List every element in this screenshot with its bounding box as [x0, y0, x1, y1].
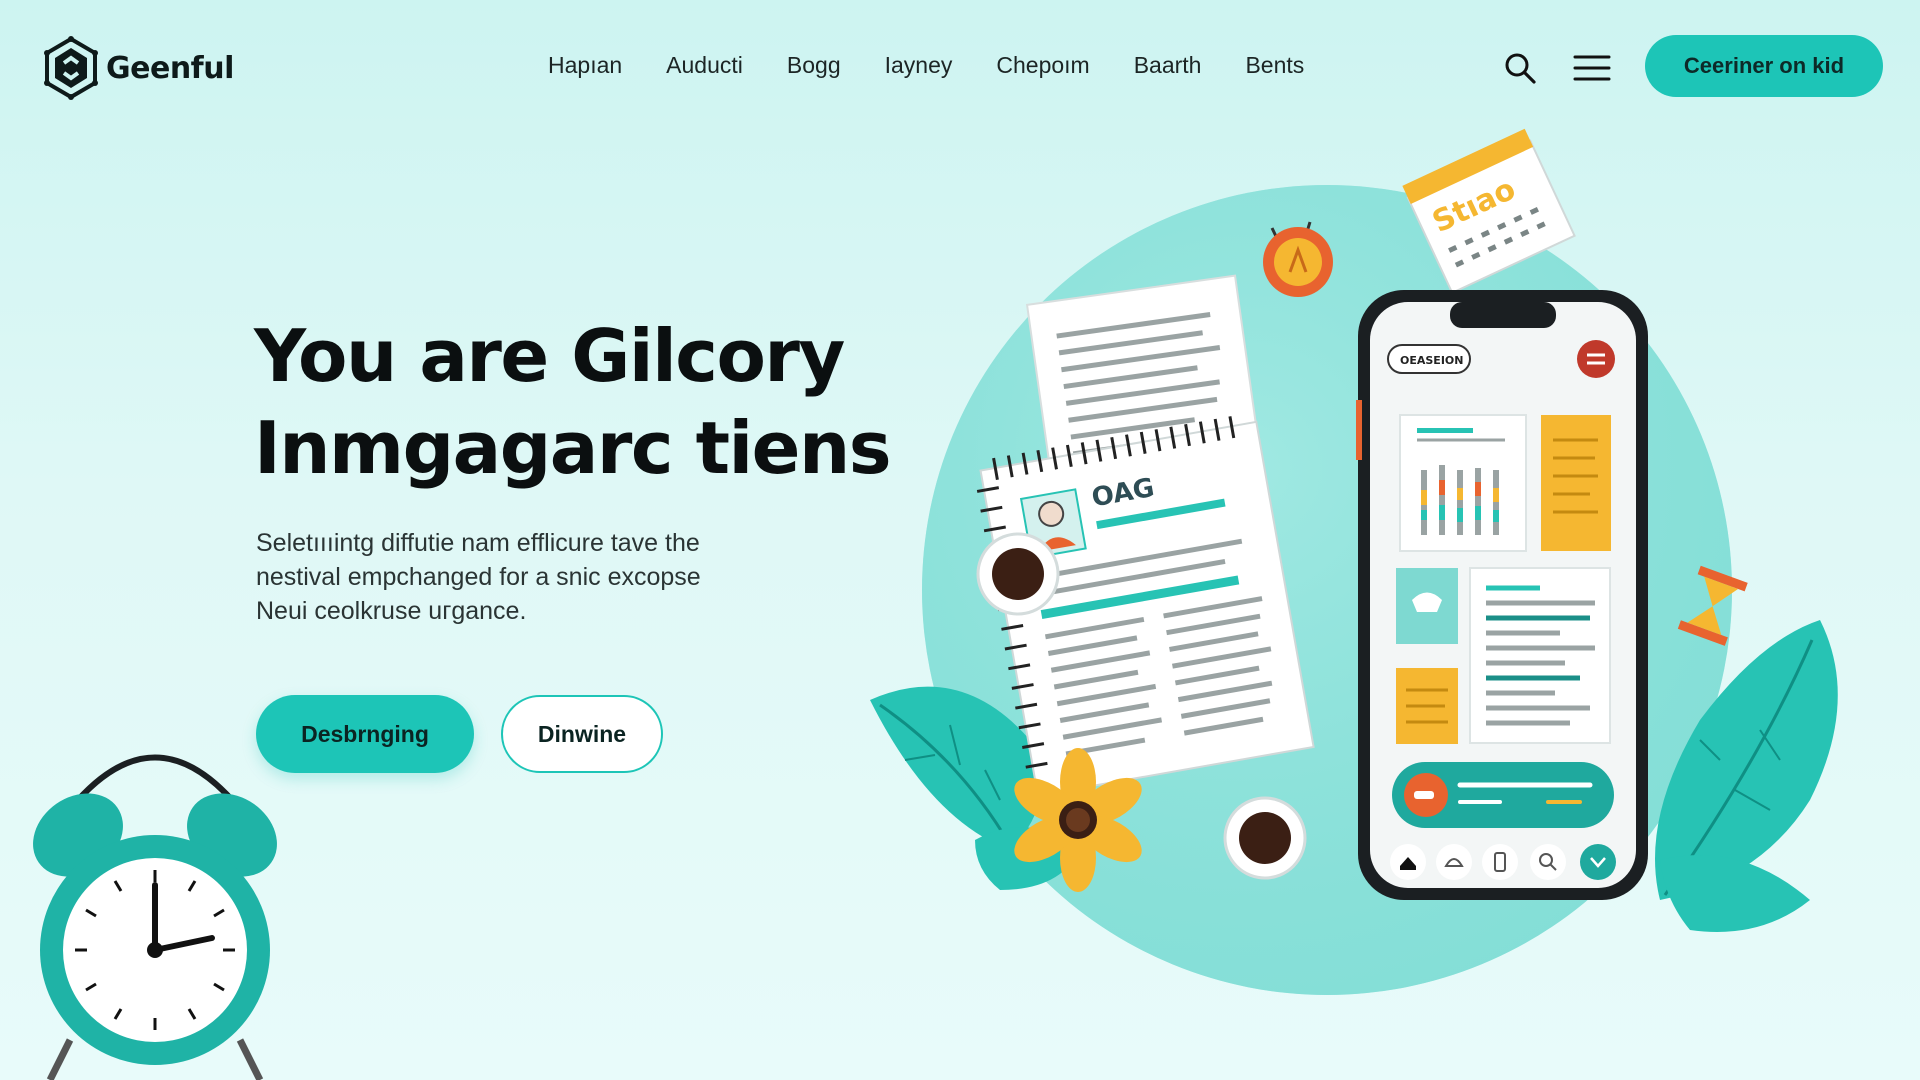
calendar-card: Stıao: [1402, 128, 1576, 295]
nav-item-6[interactable]: Baarth: [1134, 52, 1202, 79]
medal-badge: [1263, 221, 1333, 297]
hero-title-line-1: You are Gilcory: [254, 314, 845, 398]
site-header: Geenful Hapıan Auducti Bogg Iayney Chepo…: [0, 0, 1920, 135]
brand-logo[interactable]: Geenful: [42, 36, 234, 100]
document-sheet: [1025, 274, 1274, 574]
nav-item-1[interactable]: Hapıan: [548, 52, 622, 79]
notebook: OAG: [976, 416, 1315, 797]
nav-item-2[interactable]: Auducti: [666, 52, 743, 79]
hourglass-icon: [1677, 565, 1748, 646]
background-circle: [922, 185, 1732, 995]
hamburger-menu-icon[interactable]: [1573, 54, 1611, 82]
hero-description: Seletıııintg diffutie nam efflicure tave…: [256, 526, 856, 628]
brand-name: Geenful: [106, 50, 234, 86]
nav-item-4[interactable]: Iayney: [885, 52, 953, 79]
hero-title-line-2: Inmgagarc tiens: [254, 406, 892, 490]
notebook-label: OAG: [1090, 473, 1157, 513]
hero-desc-line-1: Seletıııintg diffutie nam efflicure tave…: [256, 529, 700, 557]
logo-icon: [44, 36, 98, 100]
nav-item-7[interactable]: Bents: [1245, 52, 1304, 79]
coffee-cup-left: [976, 532, 1060, 616]
search-icon[interactable]: [1502, 50, 1538, 86]
coffee-cup-bottom: [1223, 796, 1307, 880]
primary-cta-button[interactable]: Desbrnging: [256, 695, 474, 773]
calendar-label: Stıao: [1427, 172, 1521, 241]
flower: [1014, 748, 1142, 892]
alarm-clock-icon: [33, 754, 277, 1080]
nav-item-5[interactable]: Chepoım: [996, 52, 1089, 79]
leaf-right: [1655, 620, 1838, 932]
hero-desc-line-2: nestival empchanged for a snic excopse: [256, 563, 701, 591]
main-nav: Hapıan Auducti Bogg Iayney Chepoım Baart…: [548, 52, 1348, 79]
phone-search-chip: OEASEION: [1400, 354, 1463, 367]
hero-title: You are Gilcory Inmgagarc tiens: [254, 310, 894, 494]
secondary-cta-button[interactable]: Dinwine: [501, 695, 663, 773]
nav-item-3[interactable]: Bogg: [787, 52, 841, 79]
smartphone: OEASEION: [1356, 290, 1648, 900]
header-cta-button[interactable]: Ceeriner on kid: [1645, 35, 1883, 97]
hero-desc-line-3: Neui ceolkruse uгgance.: [256, 597, 527, 625]
leaf-left: [870, 686, 1080, 890]
